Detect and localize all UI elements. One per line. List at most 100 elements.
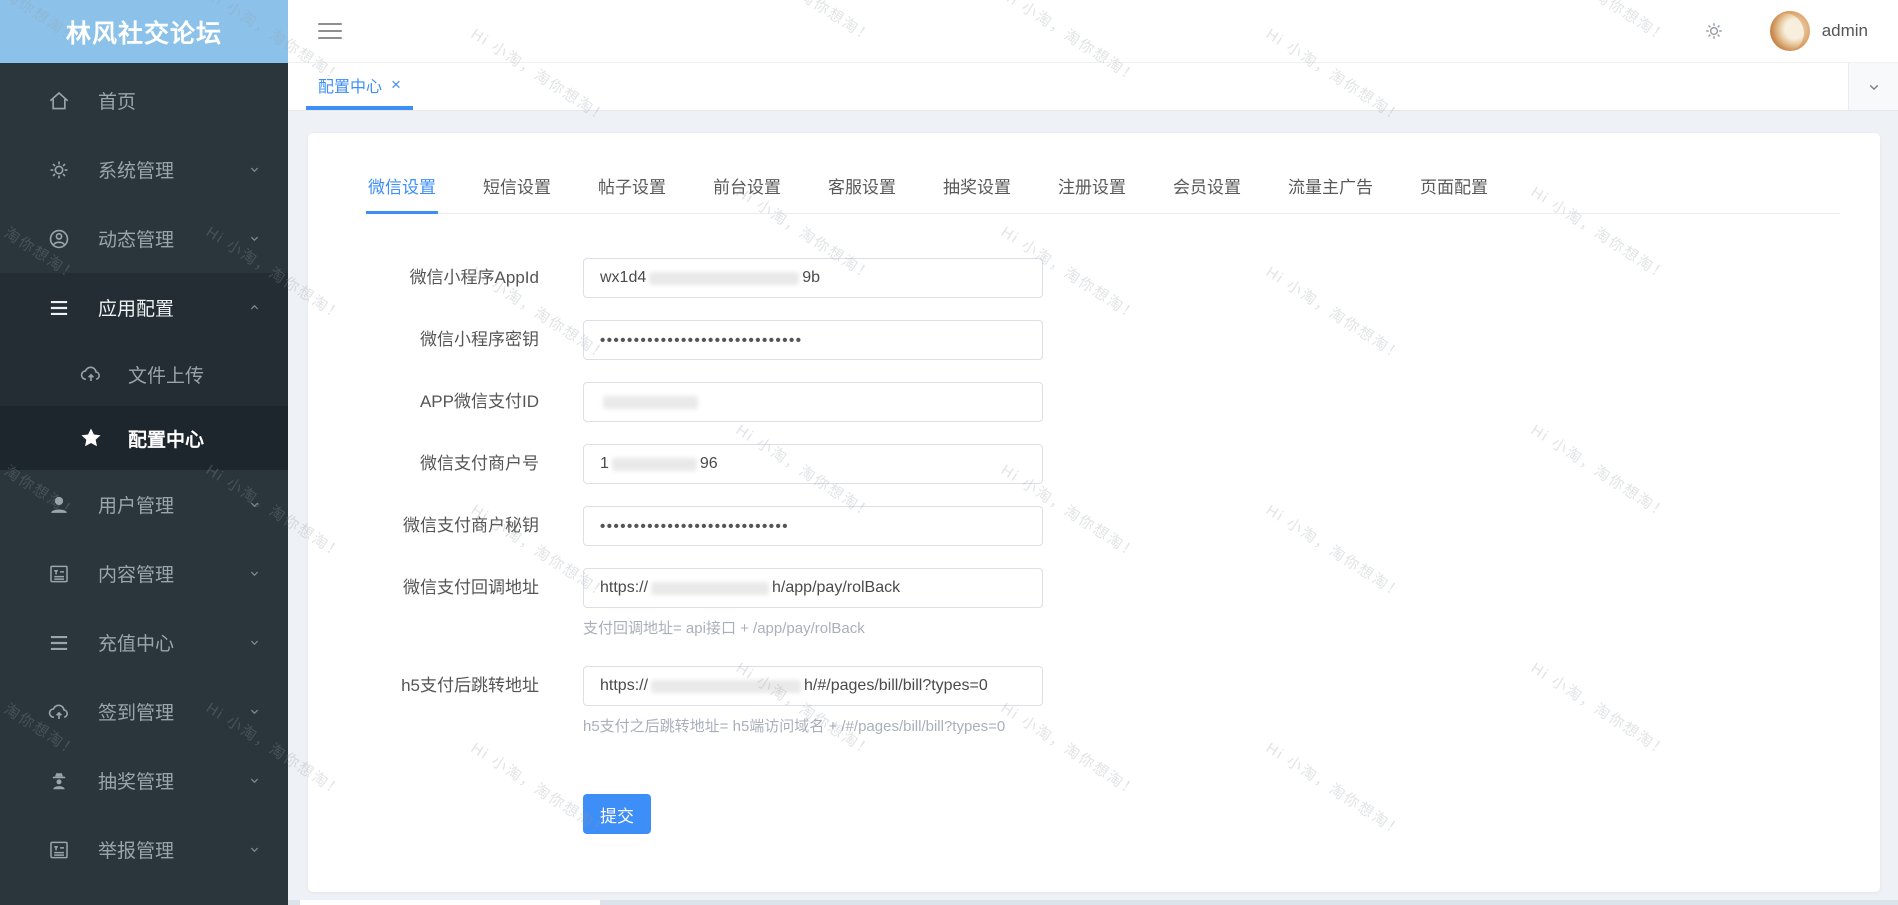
sidebar-item-moments[interactable]: 动态管理: [0, 204, 288, 273]
sidebar-item-label: 首页: [98, 92, 137, 113]
field-label: 微信支付商户秘钥: [403, 516, 539, 535]
main-column: admin 配置中心 × 微信设置 短信设置 帖子设置 前台设置 客服设置 抽奖设置 注册设…: [288, 0, 1898, 905]
chevron-down-icon: [245, 160, 264, 179]
field-label: 微信支付回调地址: [403, 578, 539, 597]
field-column: https:// h/#/pages/bill/bill?types=0 h5支付之…: [583, 666, 1043, 736]
sidebar-item-config-center[interactable]: 配置中心: [0, 406, 288, 470]
mini-appid-input[interactable]: wx1d4 9b: [583, 258, 1043, 298]
horizontal-scrollbar[interactable]: [288, 900, 1898, 905]
menu-icon: [46, 630, 72, 656]
mini-secret-input[interactable]: ••••••••••••••••••••••••••••••: [583, 320, 1043, 360]
menu-icon: [46, 295, 72, 321]
mch-key-input[interactable]: ••••••••••••••••••••••••••••: [583, 506, 1043, 546]
submit-button[interactable]: 提交: [583, 794, 651, 834]
sidebar-item-label: 签到管理: [98, 703, 175, 724]
settings-card: 微信设置 短信设置 帖子设置 前台设置 客服设置 抽奖设置 注册设置 会员设置 流量主广告 页面配…: [308, 133, 1880, 892]
settings-tab-4[interactable]: 前台设置: [713, 173, 781, 213]
masked-value: ••••••••••••••••••••••••••••: [600, 517, 790, 535]
document-icon: [46, 837, 72, 863]
settings-tab-7[interactable]: 注册设置: [1058, 173, 1126, 213]
settings-tab-9[interactable]: 流量主广告: [1288, 173, 1373, 213]
chevron-down-icon: [245, 495, 264, 514]
cloud-upload-icon: [78, 361, 104, 387]
field-label: 微信支付商户号: [420, 454, 539, 473]
pay-callback-input[interactable]: https:// h/app/pay/rolBack: [583, 568, 1043, 608]
form-row: 微信小程序密钥 ••••••••••••••••••••••••••••••: [368, 320, 1840, 360]
spy-icon: [46, 768, 72, 794]
chevron-down-icon: [245, 633, 264, 652]
field-label: h5支付后跳转地址: [401, 676, 539, 695]
h5-redirect-input[interactable]: https:// h/#/pages/bill/bill?types=0: [583, 666, 1043, 706]
sidebar-item-app-config[interactable]: 应用配置: [0, 273, 288, 342]
chevron-down-icon: [1864, 77, 1884, 97]
mch-id-input[interactable]: 1 96: [583, 444, 1043, 484]
form-row: 微信支付商户号 1 96: [368, 444, 1840, 484]
value-suffix: h/app/pay/rolBack: [772, 579, 901, 596]
sidebar-item-checkin[interactable]: 签到管理: [0, 677, 288, 746]
sidebar-item-lottery[interactable]: 抽奖管理: [0, 746, 288, 815]
field-hint: 支付回调地址= api接口 + /app/pay/rolBack: [583, 620, 865, 637]
field-column: https:// h/app/pay/rolBack 支付回调地址= api接口 +…: [583, 568, 1043, 638]
scrollbar-thumb[interactable]: [300, 900, 600, 905]
tab-collapse-button[interactable]: [1848, 63, 1898, 110]
sidebar-item-label: 抽奖管理: [98, 772, 175, 793]
sidebar-item-label: 应用配置: [98, 299, 175, 320]
home-icon: [46, 88, 72, 114]
value-prefix: 1: [600, 455, 609, 472]
settings-tab-5[interactable]: 客服设置: [828, 173, 896, 213]
value-suffix: 96: [699, 455, 718, 472]
value-suffix: h/#/pages/bill/bill?types=0: [804, 677, 988, 694]
redacted-value: [651, 581, 770, 595]
sidebar-item-label: 举报管理: [98, 841, 175, 862]
sidebar-item-label: 系统管理: [98, 161, 175, 182]
app-pay-id-input[interactable]: [583, 382, 1043, 422]
star-icon: [78, 425, 104, 451]
gear-icon[interactable]: [1702, 19, 1726, 43]
sidebar-item-content[interactable]: 内容管理: [0, 539, 288, 608]
form-row: 微信小程序AppId wx1d4 9b: [368, 258, 1840, 298]
chevron-down-icon: [245, 564, 264, 583]
form-row: h5支付后跳转地址 https:// h/#/pages/bill/bill?typ…: [368, 666, 1840, 736]
cloud-upload-icon: [46, 699, 72, 725]
masked-value: ••••••••••••••••••••••••••••••: [600, 331, 803, 349]
sidebar-item-file-upload[interactable]: 文件上传: [0, 342, 288, 406]
settings-tab-8[interactable]: 会员设置: [1173, 173, 1241, 213]
settings-tab-6[interactable]: 抽奖设置: [943, 173, 1011, 213]
topbar-right: admin: [1702, 11, 1868, 51]
sidebar-item-system[interactable]: 系统管理: [0, 135, 288, 204]
settings-tab-10[interactable]: 页面配置: [1420, 173, 1488, 213]
sidebar: 林风社交论坛 首页系统管理动态管理应用配置文件上传 配置中心用户管理内容管理充值中…: [0, 0, 288, 905]
sidebar-item-report[interactable]: 举报管理: [0, 815, 288, 884]
field-label: 微信小程序密钥: [420, 330, 539, 349]
topbar: admin: [288, 0, 1898, 63]
avatar[interactable]: [1769, 11, 1810, 51]
redacted-value: [651, 679, 802, 693]
settings-tab-1[interactable]: 微信设置: [366, 173, 438, 214]
value-prefix: https://: [600, 579, 649, 596]
sidebar-item-label: 用户管理: [98, 496, 175, 517]
username[interactable]: admin: [1822, 21, 1868, 41]
field-column: ••••••••••••••••••••••••••••: [583, 506, 1043, 546]
chevron-up-icon: [245, 298, 264, 317]
close-icon[interactable]: ×: [391, 76, 401, 93]
sidebar-group-app-config: 应用配置文件上传 配置中心: [0, 273, 288, 470]
document-icon: [46, 561, 72, 587]
menu-toggle-icon[interactable]: [318, 23, 342, 39]
sidebar-item-home[interactable]: 首页: [0, 66, 288, 135]
settings-tab-2[interactable]: 短信设置: [483, 173, 551, 213]
sidebar-item-users[interactable]: 用户管理: [0, 470, 288, 539]
form-row: APP微信支付ID: [368, 382, 1840, 422]
tab-config-center[interactable]: 配置中心 ×: [306, 63, 413, 110]
settings-tabs: 微信设置 短信设置 帖子设置 前台设置 客服设置 抽奖设置 注册设置 会员设置 流量主广告 页面配…: [366, 173, 1840, 214]
sidebar-item-recharge[interactable]: 充值中心: [0, 608, 288, 677]
chevron-down-icon: [245, 229, 264, 248]
app-logo: 林风社交论坛: [0, 0, 288, 63]
chevron-down-icon: [245, 771, 264, 790]
field-label: 微信小程序AppId: [409, 268, 539, 287]
sidebar-item-label: 充值中心: [98, 634, 175, 655]
form-row: 微信支付商户秘钥 ••••••••••••••••••••••••••••: [368, 506, 1840, 546]
field-label: APP微信支付ID: [419, 392, 539, 411]
field-column: 1 96: [583, 444, 1043, 484]
settings-tab-3[interactable]: 帖子设置: [598, 173, 666, 213]
user-circle-icon: [46, 226, 72, 252]
